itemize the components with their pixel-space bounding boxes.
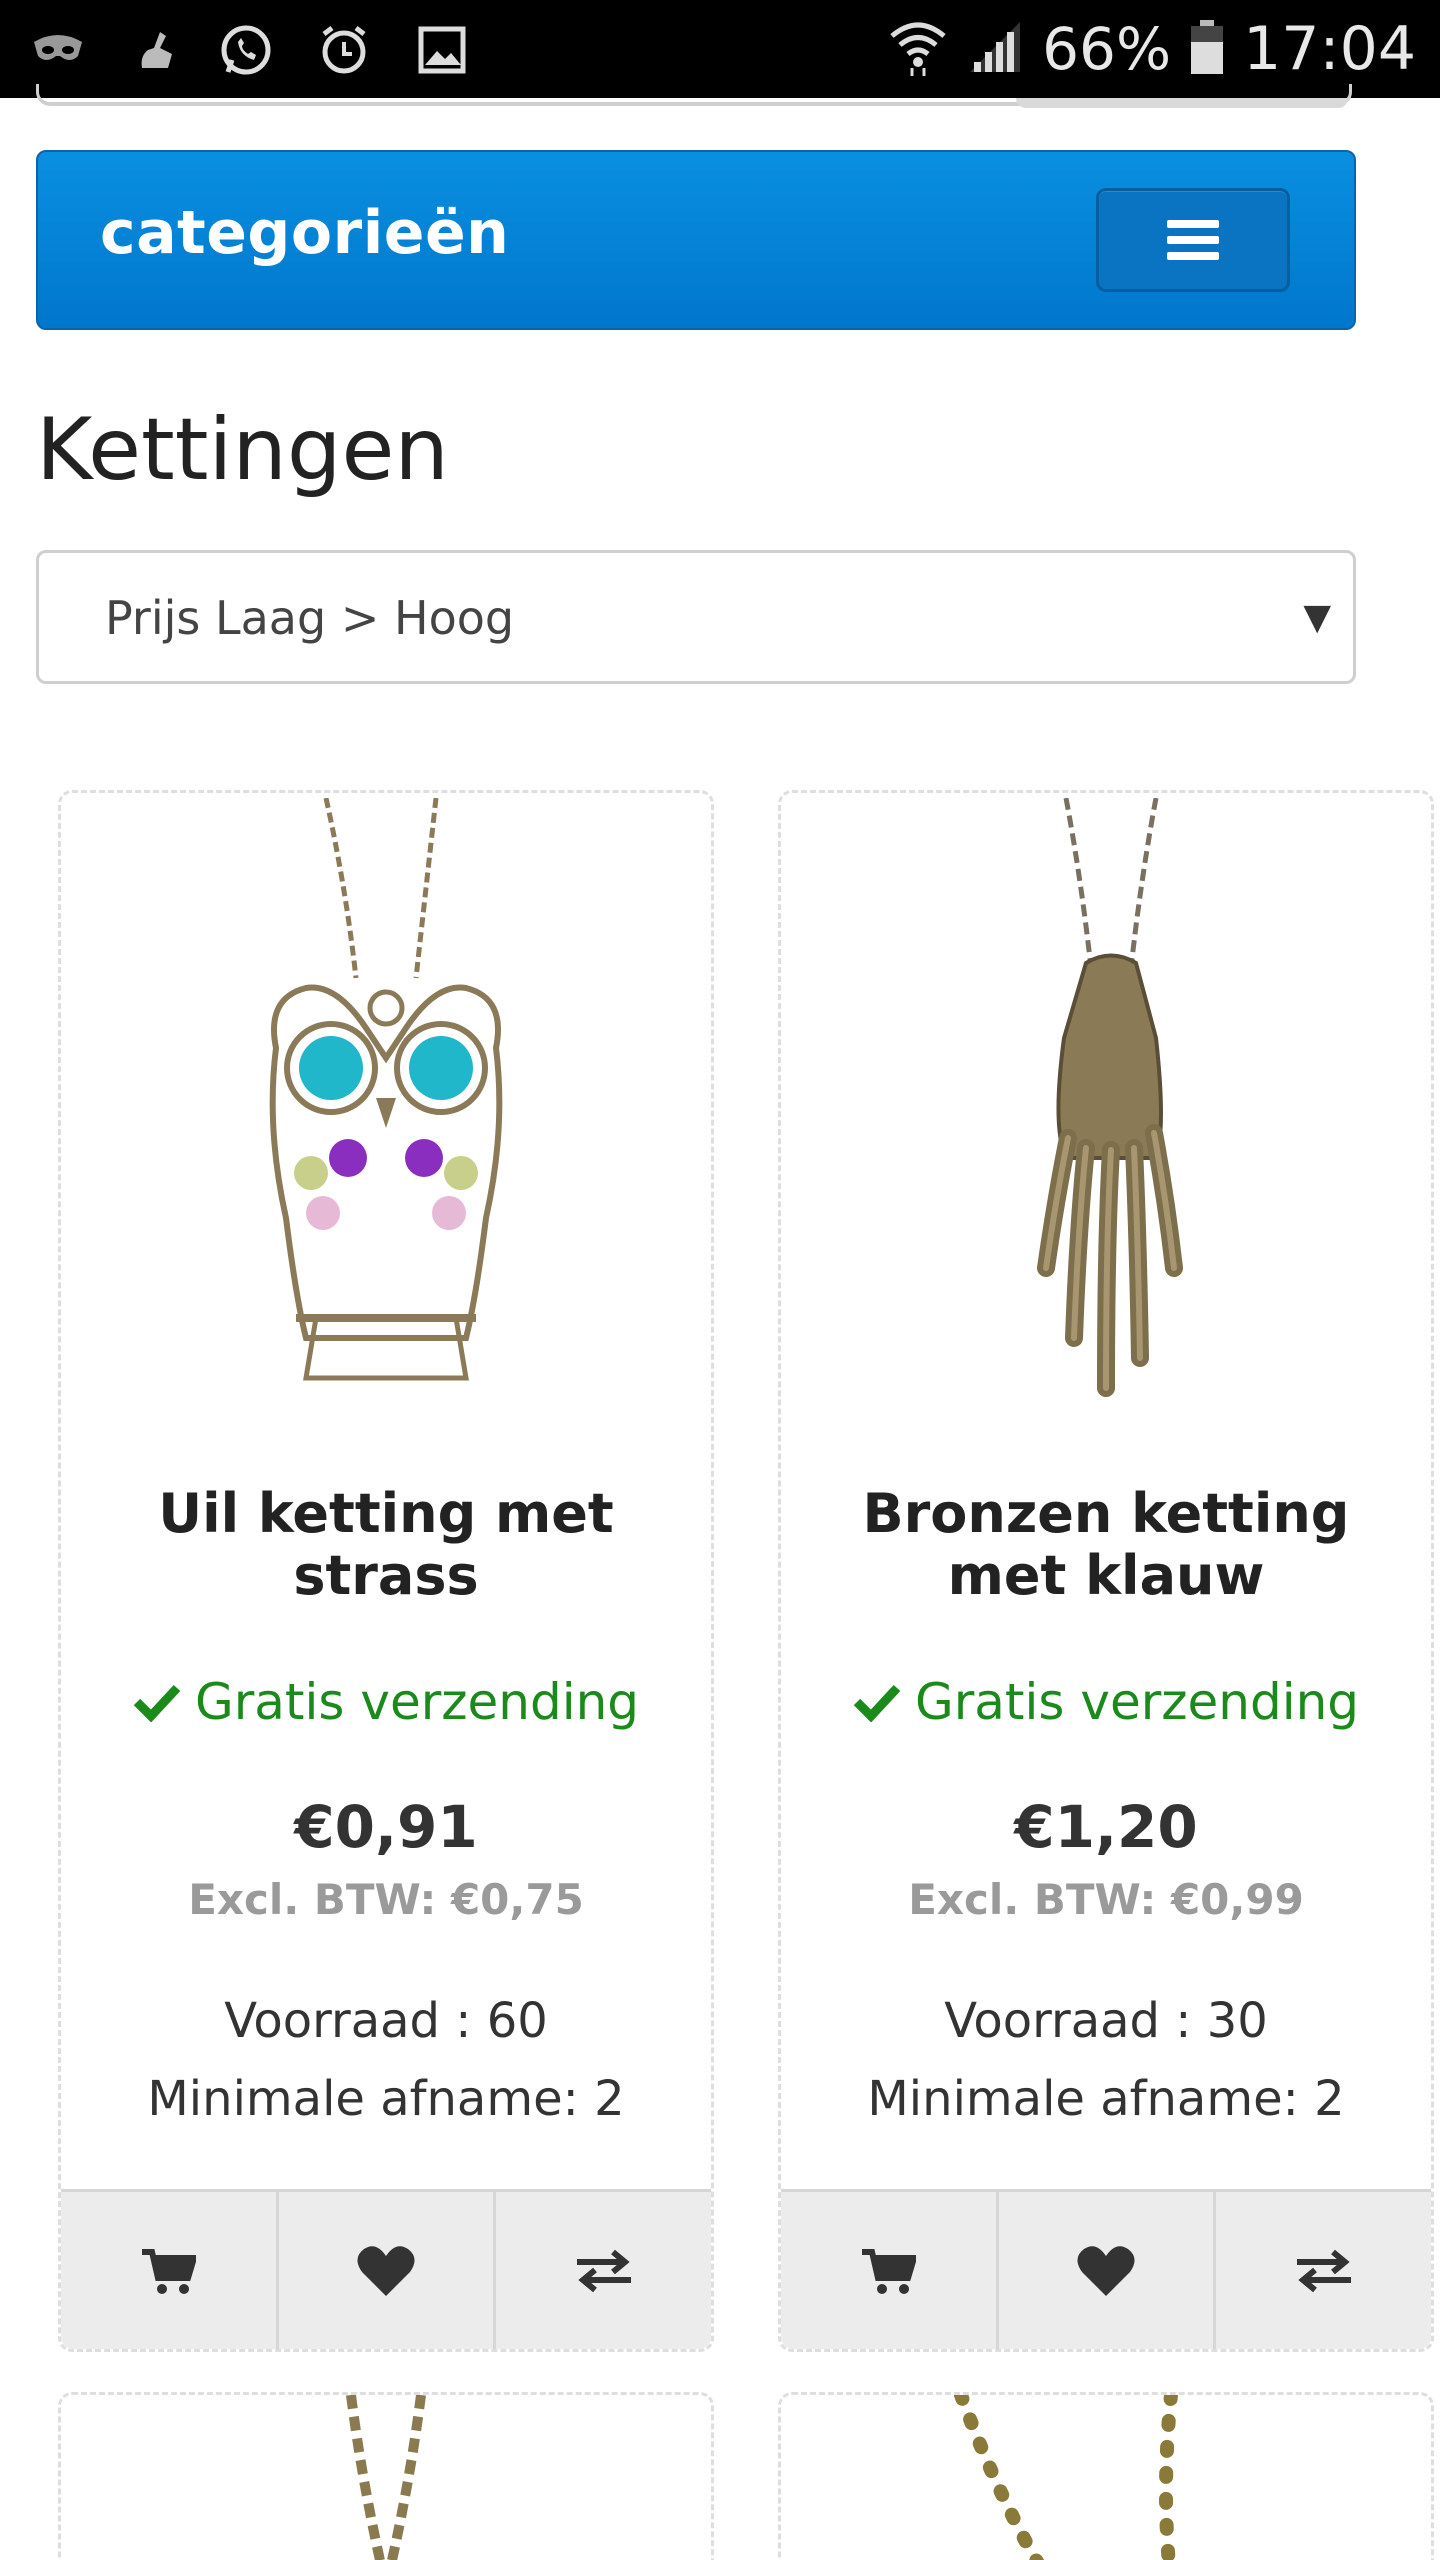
owl-necklace-image <box>269 798 503 1381</box>
cart-icon <box>862 2248 917 2294</box>
alarm-icon <box>316 22 372 78</box>
add-to-wishlist-button[interactable] <box>279 2192 497 2349</box>
product-name[interactable]: Uil ketting met strass <box>81 1483 691 1607</box>
battery-percent: 66% <box>1042 15 1172 83</box>
free-shipping-info: Gratis verzending <box>61 1673 711 1731</box>
price-excl-vat: Excl. BTW: €0,75 <box>188 1875 584 1924</box>
page-title: Kettingen <box>36 400 449 500</box>
whatsapp-icon <box>218 22 274 78</box>
categories-label: categorieën <box>100 198 510 268</box>
heart-icon <box>357 2245 415 2296</box>
add-to-wishlist-button[interactable] <box>999 2192 1217 2349</box>
compare-arrows-icon <box>576 2249 631 2292</box>
signal-icon <box>966 18 1024 80</box>
wifi-icon <box>888 18 948 80</box>
product-image-owl-necklace[interactable] <box>61 793 711 1443</box>
checkmark-icon <box>133 1684 181 1722</box>
product-card[interactable]: Uil ketting met strass Gratis verzending… <box>58 790 714 2352</box>
minimum-order-info: Minimale afname: 2 <box>147 2071 625 2127</box>
product-actions <box>781 2189 1431 2349</box>
add-to-cart-button[interactable] <box>781 2192 999 2349</box>
shipping-label: Gratis verzending <box>194 1673 640 1731</box>
dropdown-arrow-icon: ▼ <box>1303 597 1331 638</box>
product-name[interactable]: Bronzen ketting met klauw <box>801 1483 1411 1607</box>
minimum-order-info: Minimale afname: 2 <box>867 2071 1345 2127</box>
search-button-edge <box>1016 98 1348 108</box>
product-card[interactable] <box>58 2392 714 2560</box>
hamburger-icon <box>1167 220 1219 260</box>
compare-button[interactable] <box>1216 2192 1431 2349</box>
categories-bar[interactable]: categorieën <box>36 150 1356 330</box>
gallery-icon <box>414 22 470 78</box>
product-card[interactable] <box>778 2388 1434 2560</box>
cart-icon <box>142 2248 197 2294</box>
product-image-claw-necklace[interactable] <box>781 793 1431 1443</box>
checkmark-icon <box>853 1684 901 1722</box>
compare-button[interactable] <box>496 2192 711 2349</box>
shipping-label: Gratis verzending <box>914 1673 1360 1731</box>
stock-info: Voorraad : 30 <box>944 1993 1268 2049</box>
necklace-image <box>346 2394 426 2560</box>
categories-menu-button[interactable] <box>1096 188 1290 292</box>
incognito-icon <box>30 22 86 78</box>
heart-icon <box>1077 2245 1135 2296</box>
product-price: €0,91 <box>294 1793 478 1861</box>
product-actions <box>61 2189 711 2349</box>
claw-necklace-image <box>1037 798 1183 1397</box>
product-price: €1,20 <box>1014 1793 1198 1861</box>
compare-arrows-icon <box>1296 2249 1351 2292</box>
free-shipping-info: Gratis verzending <box>781 1673 1431 1731</box>
sort-select[interactable]: Prijs Laag > Hoog ▼ <box>36 550 1356 684</box>
price-excl-vat: Excl. BTW: €0,99 <box>908 1875 1304 1924</box>
sort-selected-value: Prijs Laag > Hoog <box>105 591 515 645</box>
add-to-cart-button[interactable] <box>61 2192 279 2349</box>
cleaner-icon <box>128 22 184 78</box>
product-card[interactable]: Bronzen ketting met klauw Gratis verzend… <box>778 790 1434 2352</box>
necklace-image <box>954 2388 1178 2560</box>
battery-icon <box>1189 18 1225 80</box>
stock-info: Voorraad : 60 <box>224 1993 548 2049</box>
clock: 17:04 <box>1243 14 1416 84</box>
